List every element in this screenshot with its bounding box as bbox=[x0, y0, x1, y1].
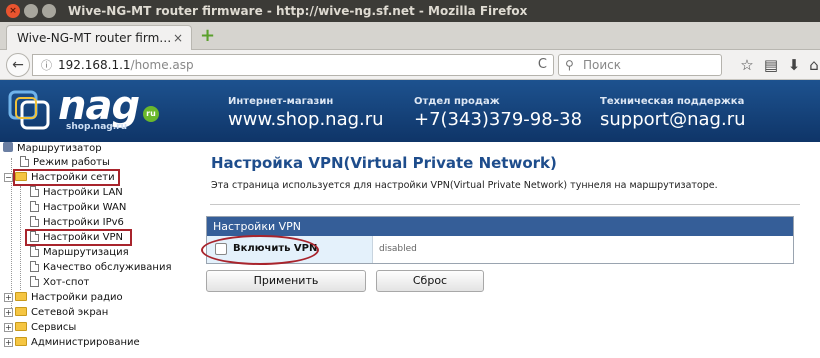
tree-item-firewall[interactable]: + Сетевой экран bbox=[4, 306, 108, 320]
tree-item-routing[interactable]: Маршрутизация bbox=[30, 246, 129, 260]
page-icon bbox=[30, 261, 39, 272]
banner-shop: Интернет-магазин www.shop.nag.ru bbox=[228, 96, 384, 130]
header-banner: nag shop.nag.ru ru Интернет-магазин www.… bbox=[0, 80, 820, 142]
search-placeholder: Поиск bbox=[583, 58, 622, 72]
tab-close-icon[interactable]: × bbox=[173, 31, 183, 45]
vpn-table-header: Настройки VPN bbox=[207, 217, 793, 236]
page-icon bbox=[30, 216, 39, 227]
page-title: Настройка VPN(Virtual Private Network) bbox=[211, 154, 557, 172]
vpn-status-text: disabled bbox=[379, 244, 417, 254]
url-host: 192.168.1.1 bbox=[58, 58, 131, 72]
vpn-item-highlight bbox=[25, 229, 132, 246]
url-bar[interactable]: ⓘ 192.168.1.1/home.asp C bbox=[32, 54, 554, 76]
page-icon bbox=[30, 201, 39, 212]
search-icon: ⚲ bbox=[565, 58, 574, 72]
back-button[interactable]: ← bbox=[6, 53, 30, 77]
network-settings-highlight bbox=[13, 169, 120, 186]
navigation-tree: Маршрутизатор Режим работы − Настройки се… bbox=[0, 142, 200, 358]
window-title: Wive-NG-MT router firmware - http://wive… bbox=[68, 4, 528, 18]
bookmark-star-icon[interactable]: ☆ bbox=[738, 56, 756, 74]
support-email[interactable]: support@nag.ru bbox=[600, 109, 746, 130]
expand-icon[interactable]: + bbox=[4, 338, 13, 347]
main-content: Настройка VPN(Virtual Private Network) Э… bbox=[200, 142, 820, 358]
page-icon bbox=[30, 276, 39, 287]
new-tab-button[interactable]: + bbox=[200, 27, 215, 45]
reset-button[interactable]: Сброс bbox=[376, 270, 484, 292]
page-description: Эта страница используется для настройки … bbox=[211, 180, 718, 191]
reload-icon[interactable]: C bbox=[538, 55, 547, 75]
window-minimize-button[interactable] bbox=[24, 4, 38, 18]
shop-label: Интернет-магазин bbox=[228, 96, 334, 107]
browser-window: { "window": {"title": "Wive-NG-MT router… bbox=[0, 0, 820, 358]
divider bbox=[210, 204, 800, 205]
expand-icon[interactable]: + bbox=[4, 323, 13, 332]
logo-subtext: shop.nag.ru bbox=[66, 122, 127, 132]
tree-item-wan[interactable]: Настройки WAN bbox=[30, 201, 126, 215]
support-label: Техническая поддержка bbox=[600, 96, 745, 107]
banner-sales: Отдел продаж +7(343)379-98-38 bbox=[414, 96, 582, 130]
banner-support: Техническая поддержка support@nag.ru bbox=[600, 96, 746, 130]
shop-link[interactable]: www.shop.nag.ru bbox=[228, 109, 384, 130]
window-maximize-button[interactable] bbox=[42, 4, 56, 18]
sales-label: Отдел продаж bbox=[414, 96, 500, 107]
library-icon[interactable]: ▤ bbox=[762, 56, 780, 74]
expand-icon[interactable]: + bbox=[4, 293, 13, 302]
folder-icon bbox=[15, 292, 27, 301]
vpn-status-cell: disabled bbox=[373, 236, 793, 263]
tree-item-qos[interactable]: Качество обслуживания bbox=[30, 261, 171, 275]
page-icon bbox=[30, 186, 39, 197]
home-icon[interactable]: ⌂ bbox=[805, 56, 820, 74]
router-icon bbox=[3, 142, 13, 152]
tree-item-router[interactable]: Маршрутизатор bbox=[3, 142, 102, 156]
folder-icon bbox=[15, 337, 27, 346]
tree-item-administration[interactable]: + Администрирование bbox=[4, 336, 140, 350]
nag-logo-icon bbox=[8, 90, 50, 130]
window-close-button[interactable]: × bbox=[6, 4, 20, 18]
search-input[interactable]: ⚲ Поиск bbox=[558, 54, 722, 76]
page-icon bbox=[30, 246, 39, 257]
url-path: /home.asp bbox=[130, 58, 194, 72]
tab-label: Wive-NG-MT router firm… bbox=[17, 31, 172, 45]
tree-item-services[interactable]: + Сервисы bbox=[4, 321, 76, 335]
tree-item-lan[interactable]: Настройки LAN bbox=[30, 186, 123, 200]
logo-ru-badge: ru bbox=[143, 106, 159, 122]
tab-router-firmware[interactable]: Wive-NG-MT router firm… × bbox=[6, 25, 192, 51]
tree-item-mode[interactable]: Режим работы bbox=[20, 156, 110, 170]
window-titlebar: × Wive-NG-MT router firmware - http://wi… bbox=[0, 0, 820, 22]
page-icon bbox=[20, 156, 29, 167]
enable-vpn-highlight bbox=[201, 235, 319, 265]
tree-line bbox=[20, 186, 21, 290]
collapse-icon[interactable]: − bbox=[4, 173, 13, 182]
apply-button[interactable]: Применить bbox=[206, 270, 366, 292]
folder-icon bbox=[15, 307, 27, 316]
tree-item-hotspot[interactable]: Хот-спот bbox=[30, 276, 89, 290]
navigation-toolbar: ← ⓘ 192.168.1.1/home.asp C ⚲ Поиск ☆ ▤ ⬇ … bbox=[0, 50, 820, 80]
folder-icon bbox=[15, 322, 27, 331]
sales-phone: +7(343)379-98-38 bbox=[414, 109, 583, 130]
expand-icon[interactable]: + bbox=[4, 308, 13, 317]
tree-item-radio[interactable]: + Настройки радио bbox=[4, 291, 123, 305]
tab-bar: Wive-NG-MT router firm… × + bbox=[0, 22, 820, 51]
download-icon[interactable]: ⬇ bbox=[785, 56, 803, 74]
tree-item-ipv6[interactable]: Настройки IPv6 bbox=[30, 216, 124, 230]
site-info-icon[interactable]: ⓘ bbox=[41, 59, 52, 72]
